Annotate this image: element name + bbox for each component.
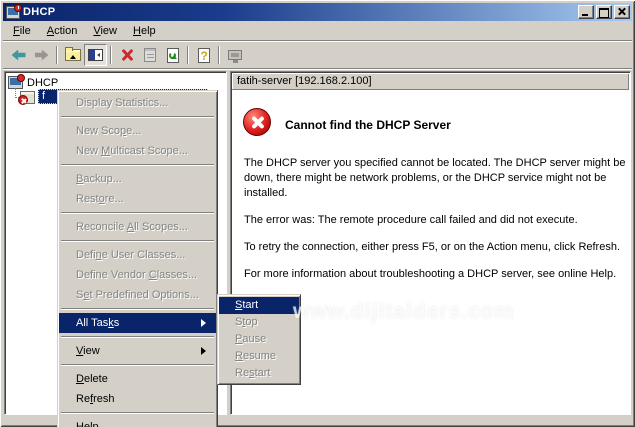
menu-separator bbox=[61, 412, 214, 414]
menu-item-label: Re bbox=[76, 393, 90, 405]
context-menu-item-display-statistics[interactable]: Display Statistics... bbox=[59, 93, 216, 113]
delete-button[interactable] bbox=[115, 44, 138, 66]
close-button[interactable] bbox=[614, 5, 630, 19]
menu-separator bbox=[61, 116, 214, 118]
dhcp-console-window: DHCP File Action View Help DHCP bbox=[0, 0, 635, 427]
submenu-item-pause[interactable]: Pause bbox=[219, 331, 299, 348]
context-menu-item-reconcile-all-scopes[interactable]: Reconcile All Scopes... bbox=[59, 217, 216, 237]
context-menu-item-define-vendor-classes[interactable]: Define Vendor Classes... bbox=[59, 265, 216, 285]
menu-bar: File Action View Help bbox=[3, 21, 632, 41]
delete-x-icon bbox=[120, 48, 134, 62]
menu-item-label: Defi bbox=[76, 249, 96, 261]
error-title: Cannot find the DHCP Server bbox=[285, 118, 451, 132]
context-menu: Display Statistics... New Scope... New M… bbox=[57, 90, 218, 427]
menu-file-label: ile bbox=[20, 25, 31, 37]
show-hide-console-tree-icon bbox=[88, 49, 103, 61]
title-bar[interactable]: DHCP bbox=[3, 3, 632, 21]
tree-selected-label-fragment: f bbox=[42, 90, 45, 102]
context-menu-item-view[interactable]: View bbox=[59, 341, 216, 361]
all-tasks-submenu: Start Stop Pause Resume Restart bbox=[217, 294, 301, 385]
context-menu-item-refresh[interactable]: Refresh bbox=[59, 389, 216, 409]
menu-separator bbox=[61, 212, 214, 214]
result-pane-header[interactable]: fatih-server [192.168.2.100] bbox=[232, 73, 629, 90]
show-hide-console-tree-button[interactable] bbox=[84, 44, 107, 66]
error-paragraph: The error was: The remote procedure call… bbox=[244, 213, 635, 228]
error-paragraph: For more information about troubleshooti… bbox=[244, 267, 635, 282]
menu-item-label: New bbox=[76, 145, 101, 157]
context-menu-item-backup[interactable]: Backup... bbox=[59, 169, 216, 189]
error-paragraph: To retry the connection, either press F5… bbox=[244, 240, 635, 255]
toolbar bbox=[3, 42, 632, 69]
error-icon bbox=[243, 108, 271, 136]
menu-item-label: Display Statistics... bbox=[76, 97, 168, 109]
menu-action-label: ction bbox=[54, 25, 77, 37]
context-menu-item-define-user-classes[interactable]: Define User Classes... bbox=[59, 245, 216, 265]
menu-separator bbox=[61, 240, 214, 242]
properties-icon bbox=[144, 48, 156, 62]
toolbar-separator bbox=[110, 46, 112, 64]
menu-item-label: New Sco bbox=[76, 125, 120, 137]
submenu-item-restart[interactable]: Restart bbox=[219, 365, 299, 382]
menu-view[interactable]: View bbox=[85, 23, 125, 39]
submenu-arrow-icon bbox=[201, 319, 210, 327]
error-message-body: The DHCP server you specified cannot be … bbox=[244, 156, 635, 294]
minimize-button[interactable] bbox=[578, 5, 594, 19]
menu-separator bbox=[61, 364, 214, 366]
up-one-level-button[interactable] bbox=[61, 44, 84, 66]
maximize-button[interactable] bbox=[596, 5, 612, 19]
tree-root-label: DHCP bbox=[27, 77, 58, 89]
menu-item-label: Define Vendor bbox=[76, 269, 149, 281]
server-error-badge-icon bbox=[18, 95, 28, 105]
context-menu-item-restore[interactable]: Restore... bbox=[59, 189, 216, 209]
context-menu-item-set-predefined-options[interactable]: Set Predefined Options... bbox=[59, 285, 216, 305]
menu-item-label: Re bbox=[235, 367, 249, 379]
help-button[interactable] bbox=[192, 44, 215, 66]
server-tool-button[interactable] bbox=[223, 44, 246, 66]
submenu-item-start[interactable]: Start bbox=[219, 297, 299, 314]
menu-separator bbox=[61, 164, 214, 166]
menu-file[interactable]: File bbox=[5, 23, 39, 39]
menu-help[interactable]: Help bbox=[125, 23, 164, 39]
menu-file-accel: F bbox=[13, 25, 20, 37]
context-menu-item-delete[interactable]: Delete bbox=[59, 369, 216, 389]
back-button[interactable] bbox=[7, 44, 30, 66]
toolbar-separator bbox=[56, 46, 58, 64]
menu-separator bbox=[61, 308, 214, 310]
toolbar-separator bbox=[218, 46, 220, 64]
error-paragraph: The DHCP server you specified cannot be … bbox=[244, 156, 635, 201]
menu-item-label: Rest bbox=[76, 193, 99, 205]
refresh-icon bbox=[167, 48, 179, 63]
menu-view-label: iew bbox=[100, 25, 117, 37]
properties-button[interactable] bbox=[138, 44, 161, 66]
submenu-item-resume[interactable]: Resume bbox=[219, 348, 299, 365]
toolbar-separator bbox=[187, 46, 189, 64]
context-menu-item-new-multicast-scope[interactable]: New Multicast Scope... bbox=[59, 141, 216, 161]
forward-arrow-icon bbox=[35, 50, 49, 61]
context-menu-item-all-tasks[interactable]: All Tasks bbox=[59, 313, 216, 333]
submenu-arrow-icon bbox=[201, 347, 210, 355]
menu-item-label: Reconcile bbox=[76, 221, 127, 233]
menu-help-accel: H bbox=[133, 25, 141, 37]
menu-action[interactable]: Action bbox=[39, 23, 86, 39]
context-menu-item-help[interactable]: Help bbox=[59, 417, 216, 427]
menu-action-accel: A bbox=[47, 25, 54, 37]
refresh-button[interactable] bbox=[161, 44, 184, 66]
up-one-level-folder-icon bbox=[65, 49, 81, 61]
back-arrow-icon bbox=[12, 50, 26, 61]
submenu-item-stop[interactable]: Stop bbox=[219, 314, 299, 331]
help-icon bbox=[198, 48, 210, 63]
forward-button[interactable] bbox=[30, 44, 53, 66]
dhcp-app-icon bbox=[6, 6, 20, 19]
menu-item-label: All Tas bbox=[76, 317, 108, 329]
menu-help-label: elp bbox=[141, 25, 156, 37]
context-menu-item-new-scope[interactable]: New Scope... bbox=[59, 121, 216, 141]
menu-separator bbox=[61, 336, 214, 338]
server-icon bbox=[228, 50, 242, 60]
window-title: DHCP bbox=[23, 6, 576, 18]
